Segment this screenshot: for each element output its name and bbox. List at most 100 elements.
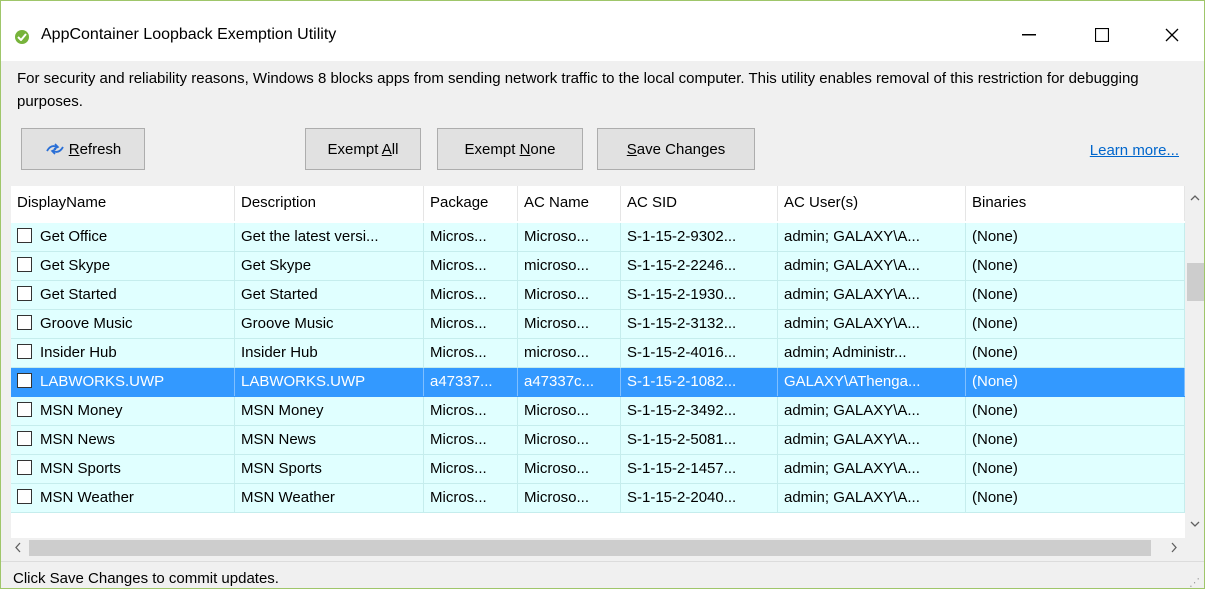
table-cell: Insider Hub	[235, 339, 424, 367]
grid-rows: Get Office Get the latest versi... Micros.…	[11, 223, 1185, 513]
table-row[interactable]: Insider Hub Insider Hub Micros... microso..…	[11, 339, 1185, 368]
row-display-name-cell: MSN News	[11, 426, 235, 454]
exempt-checkbox[interactable]	[17, 373, 32, 389]
table-cell: S-1-15-2-3132...	[621, 310, 778, 338]
vertical-scroll-thumb[interactable]	[1187, 263, 1204, 301]
maximize-button[interactable]	[1079, 15, 1125, 55]
exempt-none-button[interactable]: Exempt None	[437, 128, 583, 170]
column-header[interactable]: Package	[424, 186, 518, 221]
exempt-checkbox[interactable]	[17, 257, 32, 273]
scroll-corner	[1185, 538, 1204, 558]
column-header[interactable]: DisplayName	[11, 186, 235, 221]
cell-text: (None)	[972, 460, 1018, 477]
column-header[interactable]: AC Name	[518, 186, 621, 221]
table-cell: Micros...	[424, 455, 518, 483]
table-row[interactable]: MSN Weather MSN Weather Micros... Microso..…	[11, 484, 1185, 513]
table-row[interactable]: MSN Money MSN Money Micros... Microso... S-1…	[11, 397, 1185, 426]
cell-text: MSN Weather	[40, 489, 134, 506]
table-cell: (None)	[966, 368, 1185, 396]
horizontal-scroll-thumb[interactable]	[29, 540, 1151, 556]
exempt-checkbox[interactable]	[17, 344, 32, 360]
cell-text: S-1-15-2-1930...	[627, 286, 737, 303]
table-row[interactable]: Groove Music Groove Music Micros... Microso…	[11, 310, 1185, 339]
table-cell: GALAXY\AThenga...	[778, 368, 966, 396]
table-cell: Micros...	[424, 484, 518, 512]
exempt-checkbox[interactable]	[17, 402, 32, 418]
save-changes-button[interactable]: Save Changes	[597, 128, 755, 170]
column-header[interactable]: AC User(s)	[778, 186, 966, 221]
table-cell: Micros...	[424, 223, 518, 251]
table-cell: (None)	[966, 455, 1185, 483]
column-header[interactable]: AC SID	[621, 186, 778, 221]
column-header[interactable]: Binaries	[966, 186, 1185, 221]
exempt-all-label: Exempt All	[327, 140, 399, 158]
table-cell: (None)	[966, 223, 1185, 251]
cell-text: MSN News	[40, 431, 116, 448]
table-cell: Groove Music	[235, 310, 424, 338]
cell-text: GALAXY\AThenga...	[784, 373, 921, 390]
cell-text: Get Office	[40, 228, 108, 245]
cell-text: Microso...	[524, 315, 590, 332]
chevron-right-icon[interactable]	[1171, 542, 1177, 556]
horizontal-scrollbar[interactable]	[11, 538, 1185, 558]
cell-text: S-1-15-2-9302...	[627, 228, 737, 245]
table-cell: microso...	[518, 339, 621, 367]
apps-grid[interactable]: DisplayName Description Package AC Name AC S…	[11, 186, 1204, 558]
save-changes-label: Save Changes	[626, 140, 726, 158]
exempt-checkbox[interactable]	[17, 431, 32, 447]
table-row[interactable]: MSN News MSN News Micros... Microso... S-1-1…	[11, 426, 1185, 455]
cell-text: (None)	[972, 228, 1018, 245]
cell-text: MSN Weather	[241, 489, 335, 506]
exempt-checkbox[interactable]	[17, 489, 32, 505]
table-cell: S-1-15-2-1930...	[621, 281, 778, 309]
cell-text: Micros...	[430, 431, 487, 448]
exempt-checkbox[interactable]	[17, 286, 32, 302]
cell-text: Micros...	[430, 286, 487, 303]
table-cell: admin; GALAXY\A...	[778, 223, 966, 251]
refresh-button[interactable]: Refresh	[21, 128, 145, 170]
chevron-down-icon[interactable]	[1190, 516, 1200, 530]
exempt-all-button[interactable]: Exempt All	[305, 128, 421, 170]
refresh-arrows-icon	[45, 143, 64, 155]
learn-more-link[interactable]: Learn more...	[1090, 142, 1179, 159]
cell-text: S-1-15-2-2040...	[627, 489, 737, 506]
exempt-checkbox[interactable]	[17, 315, 32, 331]
row-display-name-cell: Groove Music	[11, 310, 235, 338]
cell-text: (None)	[972, 431, 1018, 448]
refresh-label: Refresh	[68, 140, 122, 158]
exempt-checkbox[interactable]	[17, 460, 32, 476]
table-cell: admin; GALAXY\A...	[778, 252, 966, 280]
resize-grip-icon[interactable]: ⋰	[1189, 576, 1200, 588]
cell-text: S-1-15-2-2246...	[627, 257, 737, 274]
row-display-name-cell: MSN Weather	[11, 484, 235, 512]
chevron-up-icon[interactable]	[1190, 190, 1200, 204]
cell-text: (None)	[972, 286, 1018, 303]
table-row[interactable]: Get Skype Get Skype Micros... microso... S-1…	[11, 252, 1185, 281]
table-cell: MSN News	[235, 426, 424, 454]
row-display-name-cell: MSN Money	[11, 397, 235, 425]
table-row[interactable]: MSN Sports MSN Sports Micros... Microso... S…	[11, 455, 1185, 484]
column-header[interactable]: Description	[235, 186, 424, 221]
cell-text: S-1-15-2-1082...	[627, 373, 737, 390]
cell-text: (None)	[972, 315, 1018, 332]
table-cell: Micros...	[424, 397, 518, 425]
cell-text: (None)	[972, 402, 1018, 419]
cell-text: Groove Music	[241, 315, 334, 332]
chevron-left-icon[interactable]	[15, 542, 21, 556]
table-cell: Micros...	[424, 252, 518, 280]
minimize-icon	[1022, 34, 1036, 36]
vertical-scrollbar[interactable]	[1185, 186, 1204, 538]
cell-text: Microso...	[524, 228, 590, 245]
close-button[interactable]	[1149, 15, 1195, 55]
exempt-checkbox[interactable]	[17, 228, 32, 244]
cell-text: Microso...	[524, 489, 590, 506]
table-cell: (None)	[966, 252, 1185, 280]
table-row[interactable]: Get Office Get the latest versi... Micros.…	[11, 223, 1185, 252]
table-cell: Get the latest versi...	[235, 223, 424, 251]
table-row[interactable]: Get Started Get Started Micros... Microso..…	[11, 281, 1185, 310]
cell-text: admin; Administr...	[784, 344, 907, 361]
cell-text: admin; GALAXY\A...	[784, 402, 920, 419]
cell-text: (None)	[972, 257, 1018, 274]
minimize-button[interactable]	[1006, 15, 1052, 55]
table-row[interactable]: LABWORKS.UWP LABWORKS.UWP a47337... a47337c…	[11, 368, 1185, 397]
